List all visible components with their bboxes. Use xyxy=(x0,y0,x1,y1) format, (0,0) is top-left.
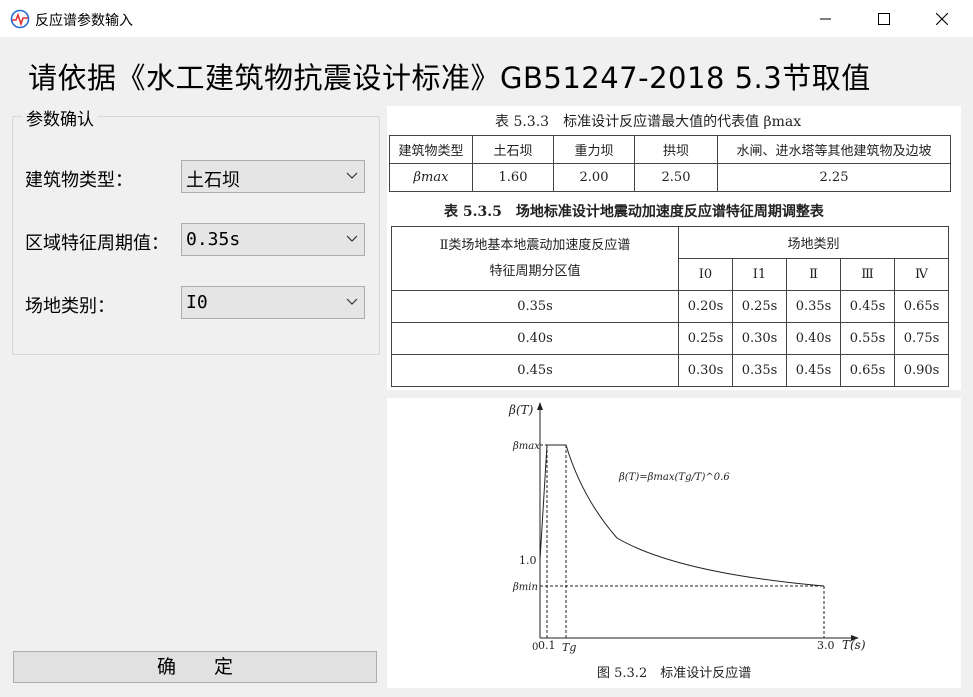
beta-min-label: βmin xyxy=(512,582,538,593)
chevron-down-icon xyxy=(346,235,358,242)
x-tick-3.0: 3.0 xyxy=(817,639,835,652)
close-button[interactable] xyxy=(913,0,971,37)
site-class-label: 场地类别： xyxy=(25,296,115,317)
minimize-icon xyxy=(820,18,831,19)
table2-zone: 0.35s xyxy=(391,290,679,323)
table2-cell: 0.30s xyxy=(678,354,733,387)
table2-cell: 0.45s xyxy=(786,354,841,387)
table2-cell: 0.35s xyxy=(786,290,841,323)
y-one-label: 1.0 xyxy=(519,554,537,567)
y-axis-label: β(T) xyxy=(508,403,534,417)
building-type-value: 土石坝 xyxy=(186,170,240,191)
y-axis-arrow xyxy=(537,402,543,410)
table1-header-cell: 水闸、进水塔等其他建筑物及边坡 xyxy=(717,135,951,164)
table2-site-class: Ⅱ xyxy=(786,258,841,291)
app-heartbeat-icon xyxy=(10,9,30,29)
table2-cell: 0.30s xyxy=(732,322,787,355)
table1-header-cell: 重力坝 xyxy=(553,135,635,164)
maximize-button[interactable] xyxy=(855,0,913,37)
table2-site-class: Ⅲ xyxy=(840,258,895,291)
table2-left-header-line1: Ⅱ类场地基本地震动加速度反应谱 xyxy=(439,237,631,253)
table1-header-cell: 土石坝 xyxy=(472,135,554,164)
spectrum-curve xyxy=(539,444,825,587)
table2-left-header-line2: 特征周期分区值 xyxy=(489,263,581,279)
period-label: 区域特征周期值： xyxy=(25,233,169,254)
x-axis-label: T(s) xyxy=(842,638,866,652)
title-bar: 反应谱参数输入 xyxy=(0,0,973,37)
table1-cell: 2.50 xyxy=(634,163,718,192)
table2-cell: 0.65s xyxy=(840,354,895,387)
table1-row-label: βmax xyxy=(389,163,473,192)
table2-site-class: I0 xyxy=(678,258,733,291)
table-row: 0.40s 0.25s 0.30s 0.40s 0.55s 0.75s xyxy=(391,322,949,355)
figure-caption: 图 5.3.2 标准设计反应谱 xyxy=(597,665,751,681)
building-type-label: 建筑物类型： xyxy=(25,170,133,191)
table2-caption: 表 5.3.5 场地标准设计地震动加速度反应谱特征周期调整表 xyxy=(444,204,824,220)
table2-cell: 0.45s xyxy=(840,290,895,323)
table2-cell: 0.55s xyxy=(840,322,895,355)
building-type-select[interactable]: 土石坝 xyxy=(181,160,365,193)
table2-group-header: 场地类别 xyxy=(678,226,949,259)
window-title: 反应谱参数输入 xyxy=(35,13,133,29)
table2-zone: 0.40s xyxy=(391,322,679,355)
table-row: 0.45s 0.30s 0.35s 0.45s 0.65s 0.90s xyxy=(391,354,949,387)
beta-max-table: 建筑物类型 土石坝 重力坝 拱坝 水闸、进水塔等其他建筑物及边坡 βmax 1.… xyxy=(389,135,951,192)
formula-label: β(T)=βmax(Tg/T)^0.6 xyxy=(618,472,730,483)
period-adjust-table: Ⅱ类场地基本地震动加速度反应谱 特征周期分区值 场地类别 I0 I1 Ⅱ Ⅲ Ⅳ… xyxy=(391,226,949,387)
x-tick-0.1: 0.1 xyxy=(538,639,556,652)
close-icon xyxy=(936,12,948,25)
table1-header-cell: 建筑物类型 xyxy=(389,135,473,164)
table2-cell: 0.25s xyxy=(678,322,733,355)
page-title: 请依据《水工建筑物抗震设计标准》GB51247-2018 5.3节取值 xyxy=(28,61,871,95)
period-select[interactable]: 0.35s xyxy=(181,223,365,256)
table1-caption: 表 5.3.3 标准设计反应谱最大值的代表值 βmax xyxy=(495,114,802,130)
table2-cell: 0.25s xyxy=(732,290,787,323)
chevron-down-icon xyxy=(346,172,358,179)
table2-zone: 0.45s xyxy=(391,354,679,387)
table2-cell: 0.40s xyxy=(786,322,841,355)
table2-left-header: Ⅱ类场地基本地震动加速度反应谱 特征周期分区值 xyxy=(391,226,679,291)
maximize-icon xyxy=(878,12,890,25)
beta-max-label: βmax xyxy=(512,441,540,452)
site-class-value: I0 xyxy=(186,292,208,313)
reference-tables: 表 5.3.3 标准设计反应谱最大值的代表值 βmax 建筑物类型 土石坝 重力… xyxy=(387,106,961,390)
table2-cell: 0.65s xyxy=(894,290,949,323)
table2-cell: 0.35s xyxy=(732,354,787,387)
table-row: 0.35s 0.20s 0.25s 0.35s 0.45s 0.65s xyxy=(391,290,949,323)
chevron-down-icon xyxy=(346,298,358,305)
period-value: 0.35s xyxy=(186,229,241,250)
table1-cell: 2.25 xyxy=(717,163,951,192)
table1-header-cell: 拱坝 xyxy=(634,135,718,164)
confirm-button[interactable]: 确定 xyxy=(13,651,377,683)
table2-cell: 0.20s xyxy=(678,290,733,323)
design-spectrum-figure: β(T) βmax 1.0 βmin β(T)=βmax(Tg/T)^0.6 0… xyxy=(387,398,961,688)
groupbox-title: 参数确认 xyxy=(22,105,98,130)
table2-site-class: I1 xyxy=(732,258,787,291)
x-tick-tg: Tg xyxy=(562,641,576,654)
table2-cell: 0.75s xyxy=(894,322,949,355)
table2-cell: 0.90s xyxy=(894,354,949,387)
table1-cell: 1.60 xyxy=(472,163,554,192)
table1-cell: 2.00 xyxy=(553,163,635,192)
table2-site-class: Ⅳ xyxy=(894,258,949,291)
minimize-button[interactable] xyxy=(797,0,855,37)
site-class-select[interactable]: I0 xyxy=(181,286,365,319)
